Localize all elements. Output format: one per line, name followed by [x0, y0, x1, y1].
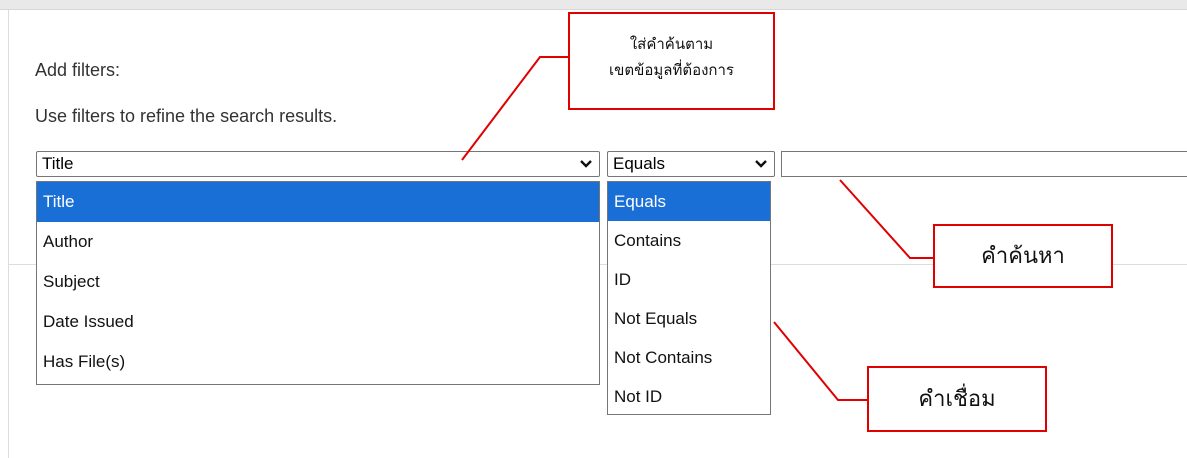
query-callout-text: คำค้นหา — [981, 243, 1065, 268]
operator-option-not-contains[interactable]: Not Contains — [608, 338, 770, 377]
chevron-down-icon — [754, 154, 768, 174]
field-callout: ใส่คำค้นตาม เขตข้อมูลที่ต้องการ — [568, 12, 775, 110]
query-input[interactable] — [781, 151, 1187, 177]
operator-callout-line — [773, 321, 867, 401]
field-option-subject[interactable]: Subject — [37, 262, 599, 302]
operator-select-value: Equals — [613, 154, 665, 173]
field-dropdown-list: Title Author Subject Date Issued Has Fil… — [36, 181, 600, 385]
operator-select[interactable]: Equals — [607, 151, 775, 177]
page-left-border — [8, 10, 9, 458]
query-callout-line — [839, 179, 933, 259]
operator-option-id[interactable]: ID — [608, 260, 770, 299]
filters-help-text: Use filters to refine the search results… — [35, 106, 338, 126]
field-select-value: Title — [42, 154, 74, 173]
field-option-author[interactable]: Author — [37, 222, 599, 262]
chevron-down-icon — [579, 154, 593, 174]
operator-option-contains[interactable]: Contains — [608, 221, 770, 260]
query-callout: คำค้นหา — [933, 224, 1113, 288]
operator-dropdown-list: Equals Contains ID Not Equals Not Contai… — [607, 181, 771, 415]
operator-option-not-equals[interactable]: Not Equals — [608, 299, 770, 338]
operator-callout: คำเชื่อม — [867, 366, 1047, 432]
page-top-border — [0, 0, 1187, 10]
field-callout-line2: เขตข้อมูลที่ต้องการ — [609, 62, 734, 79]
field-option-title[interactable]: Title — [37, 182, 599, 222]
field-callout-line1: ใส่คำค้นตาม — [629, 36, 714, 53]
operator-callout-text: คำเชื่อม — [918, 386, 996, 411]
field-select[interactable]: Title — [36, 151, 600, 177]
operator-option-equals[interactable]: Equals — [608, 182, 770, 221]
filters-heading: Add filters: — [35, 60, 121, 80]
field-option-has-files[interactable]: Has File(s) — [37, 342, 599, 382]
field-callout-line — [461, 56, 568, 161]
operator-option-not-id[interactable]: Not ID — [608, 377, 770, 416]
field-option-date-issued[interactable]: Date Issued — [37, 302, 599, 342]
